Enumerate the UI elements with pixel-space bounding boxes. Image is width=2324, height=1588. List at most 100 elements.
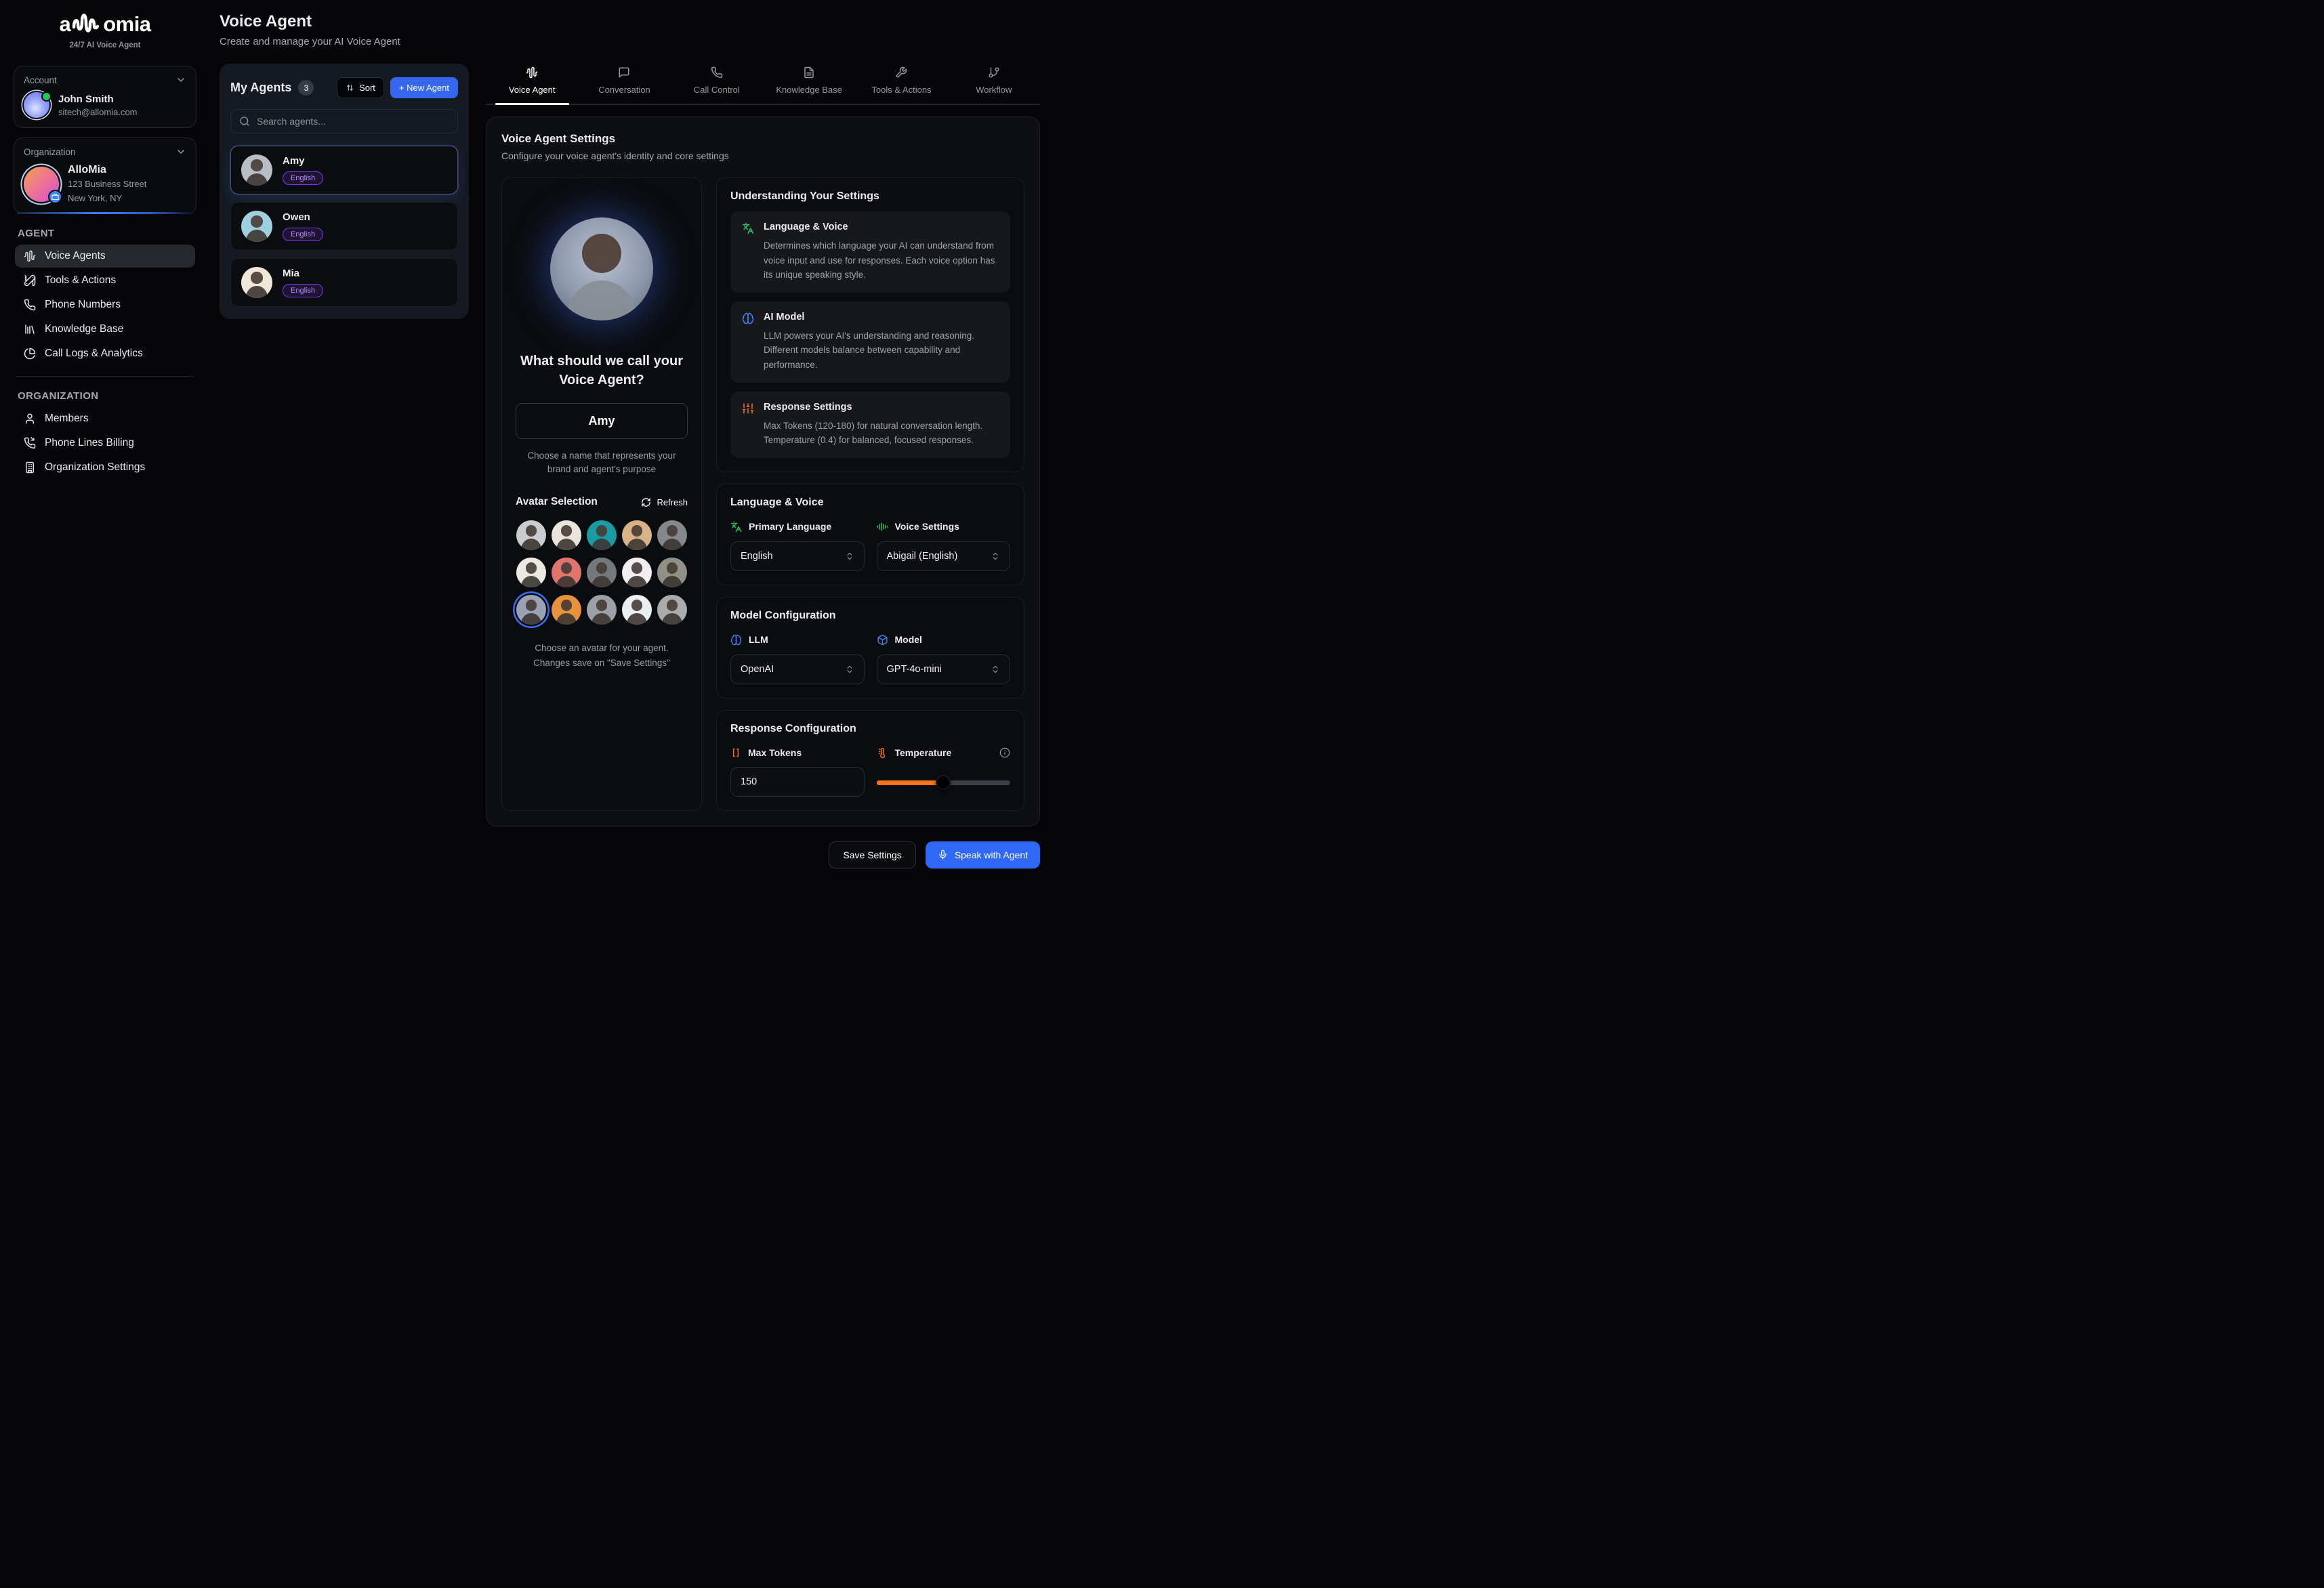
sliders-icon: [742, 402, 754, 448]
agent-name-input[interactable]: [516, 403, 688, 439]
sidebar-item-tools-actions[interactable]: Tools & Actions: [15, 269, 195, 292]
voice-settings-select[interactable]: Abigail (English): [877, 541, 1011, 571]
tab-knowledge-base[interactable]: Knowledge Base: [763, 64, 855, 104]
avatar-option-7[interactable]: [552, 558, 581, 587]
account-name: John Smith: [58, 93, 138, 105]
chevron-down-icon[interactable]: [175, 75, 186, 85]
speak-with-agent-button[interactable]: Speak with Agent: [926, 841, 1040, 869]
sidebar-section-label: ORGANIZATION: [18, 390, 192, 402]
tab-label: Call Control: [694, 85, 740, 95]
slider-track[interactable]: [877, 780, 1011, 785]
max-tokens-input[interactable]: [730, 767, 865, 797]
sidebar-item-phone-lines-billing[interactable]: Phone Lines Billing: [15, 432, 195, 455]
account-label: Account: [24, 75, 57, 85]
agent-language-badge: English: [283, 284, 323, 297]
info-icon[interactable]: [999, 747, 1010, 758]
chevrons-up-down-icon: [845, 551, 854, 561]
tab-tools-actions[interactable]: Tools & Actions: [855, 64, 947, 104]
account-card[interactable]: Account John Smith sitech@allomia.com: [14, 66, 196, 128]
avatar-option-4[interactable]: [622, 520, 652, 550]
agent-name: Amy: [283, 155, 323, 167]
agent-avatar-preview: [550, 217, 653, 320]
page-title: Voice Agent: [220, 12, 1040, 31]
tab-label: Knowledge Base: [776, 85, 842, 95]
avatar-option-2[interactable]: [552, 520, 581, 550]
agent-avatar: [241, 211, 272, 242]
organization-address-1: 123 Business Street: [68, 178, 146, 190]
save-settings-button[interactable]: Save Settings: [829, 841, 915, 869]
phone-icon: [711, 66, 723, 79]
avatar-option-6[interactable]: [516, 558, 546, 587]
account-avatar: [24, 92, 49, 118]
sidebar-divider: [16, 376, 194, 377]
avatar-option-12[interactable]: [552, 595, 581, 625]
organization-card[interactable]: Organization AlloMia 123 Business Street…: [14, 138, 196, 214]
sidebar-item-label: Organization Settings: [45, 461, 145, 474]
avatar-option-15[interactable]: [657, 595, 687, 625]
sidebar-item-organization-settings[interactable]: Organization Settings: [15, 456, 195, 479]
message-square-icon: [618, 66, 630, 79]
agent-card-amy[interactable]: Amy English: [230, 146, 458, 194]
new-agent-button[interactable]: + New Agent: [390, 77, 458, 98]
tab-call-control[interactable]: Call Control: [671, 64, 763, 104]
my-agents-panel: My Agents 3 Sort + New Agent AmyEnglishO…: [220, 64, 469, 319]
page-subtitle: Create and manage your AI Voice Agent: [220, 36, 1040, 47]
agent-name-question: What should we call your Voice Agent?: [516, 352, 688, 390]
sort-button[interactable]: Sort: [337, 77, 384, 98]
understanding-title: Understanding Your Settings: [730, 190, 1010, 203]
account-email: sitech@allomia.com: [58, 107, 138, 117]
avatar-option-3[interactable]: [587, 520, 617, 550]
slider-fill: [877, 780, 944, 785]
app-logo: a omia: [0, 11, 210, 37]
refresh-label: Refresh: [657, 497, 688, 507]
tab-voice-agent[interactable]: Voice Agent: [486, 64, 578, 104]
organization-avatar: [24, 167, 59, 202]
avatar-option-9[interactable]: [622, 558, 652, 587]
agent-card-mia[interactable]: MiaEnglish: [230, 258, 458, 307]
primary-language-label: Primary Language: [749, 521, 831, 532]
search-icon: [239, 116, 250, 127]
file-text-icon: [803, 66, 815, 79]
sidebar-item-label: Knowledge Base: [45, 323, 123, 335]
sidebar-item-call-logs-analytics[interactable]: Call Logs & Analytics: [15, 342, 195, 365]
avatar-option-13[interactable]: [587, 595, 617, 625]
tab-workflow[interactable]: Workflow: [948, 64, 1040, 104]
pocket-knife-icon: [24, 274, 36, 287]
language-voice-title: Language & Voice: [730, 497, 1010, 509]
sidebar: a omia 24/7 AI Voice Agent Account John …: [0, 0, 210, 726]
understanding-item-description: LLM powers your AI's understanding and r…: [764, 329, 999, 373]
tab-conversation[interactable]: Conversation: [578, 64, 670, 104]
avatar-option-8[interactable]: [587, 558, 617, 587]
wrench-icon: [895, 66, 907, 79]
model-select[interactable]: GPT-4o-mini: [877, 654, 1011, 684]
slider-thumb[interactable]: [936, 775, 951, 790]
agent-search[interactable]: [230, 109, 458, 133]
primary-language-select[interactable]: English: [730, 541, 865, 571]
llm-select[interactable]: OpenAI: [730, 654, 865, 684]
temperature-slider[interactable]: [877, 776, 1011, 789]
llm-label: LLM: [749, 634, 768, 645]
sidebar-item-phone-numbers[interactable]: Phone Numbers: [15, 293, 195, 316]
brain-icon: [742, 312, 754, 373]
refresh-avatars-button[interactable]: Refresh: [641, 497, 688, 507]
pie-chart-icon: [24, 348, 36, 360]
search-input[interactable]: [257, 116, 449, 127]
avatar-option-10[interactable]: [657, 558, 687, 587]
avatar-option-1[interactable]: [516, 520, 546, 550]
agent-language-badge: English: [283, 171, 323, 185]
briefcase-icon: [48, 190, 62, 204]
chevrons-up-down-icon: [991, 551, 1000, 561]
understanding-item-title: Response Settings: [764, 402, 999, 413]
sidebar-item-members[interactable]: Members: [15, 407, 195, 430]
agent-card-owen[interactable]: OwenEnglish: [230, 202, 458, 251]
user-icon: [24, 413, 36, 425]
refresh-icon: [641, 497, 651, 507]
chevron-down-icon[interactable]: [175, 146, 186, 157]
sidebar-nav: AGENTVoice AgentsTools & ActionsPhone Nu…: [15, 228, 195, 479]
avatar-option-5[interactable]: [657, 520, 687, 550]
sidebar-item-voice-agents[interactable]: Voice Agents: [15, 245, 195, 268]
avatar-option-14[interactable]: [622, 595, 652, 625]
organization-label: Organization: [24, 147, 76, 157]
sidebar-item-knowledge-base[interactable]: Knowledge Base: [15, 318, 195, 341]
avatar-option-11[interactable]: [516, 595, 546, 625]
